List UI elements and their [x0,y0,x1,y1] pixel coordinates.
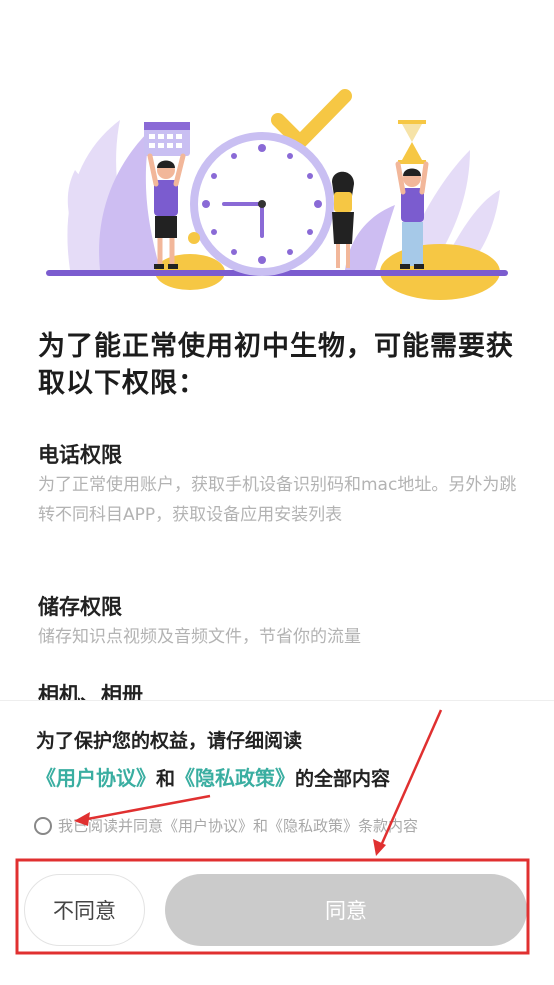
permission-storage: 储存权限 储存知识点视频及音频文件，节省你的流量 [38,592,518,652]
consent-links: 《用户协议》和《隐私政策》的全部内容 [36,762,390,791]
permission-description: 为了正常使用账户，获取手机设备识别码和mac地址。另外为跳转不同科目APP，获取… [38,475,517,525]
permission-camera: 相机、相册 [38,680,238,700]
agree-button[interactable]: 同意 [165,874,527,946]
permission-name: 相机、相册 [38,683,143,700]
and-text: 和 [156,768,176,790]
hero-illustration [46,89,508,300]
agree-checkbox-label[interactable]: 我已阅读并同意《用户协议》和《隐私政策》条款内容 [58,815,418,836]
consent-notice: 为了保护您的权益，请仔细阅读 [36,730,303,752]
permission-name: 储存权限 [38,595,122,619]
suffix-text: 的全部内容 [295,768,391,790]
agree-radio[interactable] [34,816,52,835]
privacy-policy-link[interactable]: 《隐私政策》 [175,766,295,790]
user-agreement-link[interactable]: 《用户协议》 [36,766,156,790]
permission-name: 电话权限 [38,443,122,467]
permission-phone: 电话权限 为了正常使用账户，获取手机设备识别码和mac地址。另外为跳转不同科目A… [38,440,518,530]
agree-checkbox-row[interactable]: 我已阅读并同意《用户协议》和《隐私政策》条款内容 [34,815,418,836]
page-title: 为了能正常使用初中生物，可能需要获取以下权限： [38,331,514,399]
permission-description: 储存知识点视频及音频文件，节省你的流量 [38,627,361,647]
disagree-button[interactable]: 不同意 [24,874,145,946]
